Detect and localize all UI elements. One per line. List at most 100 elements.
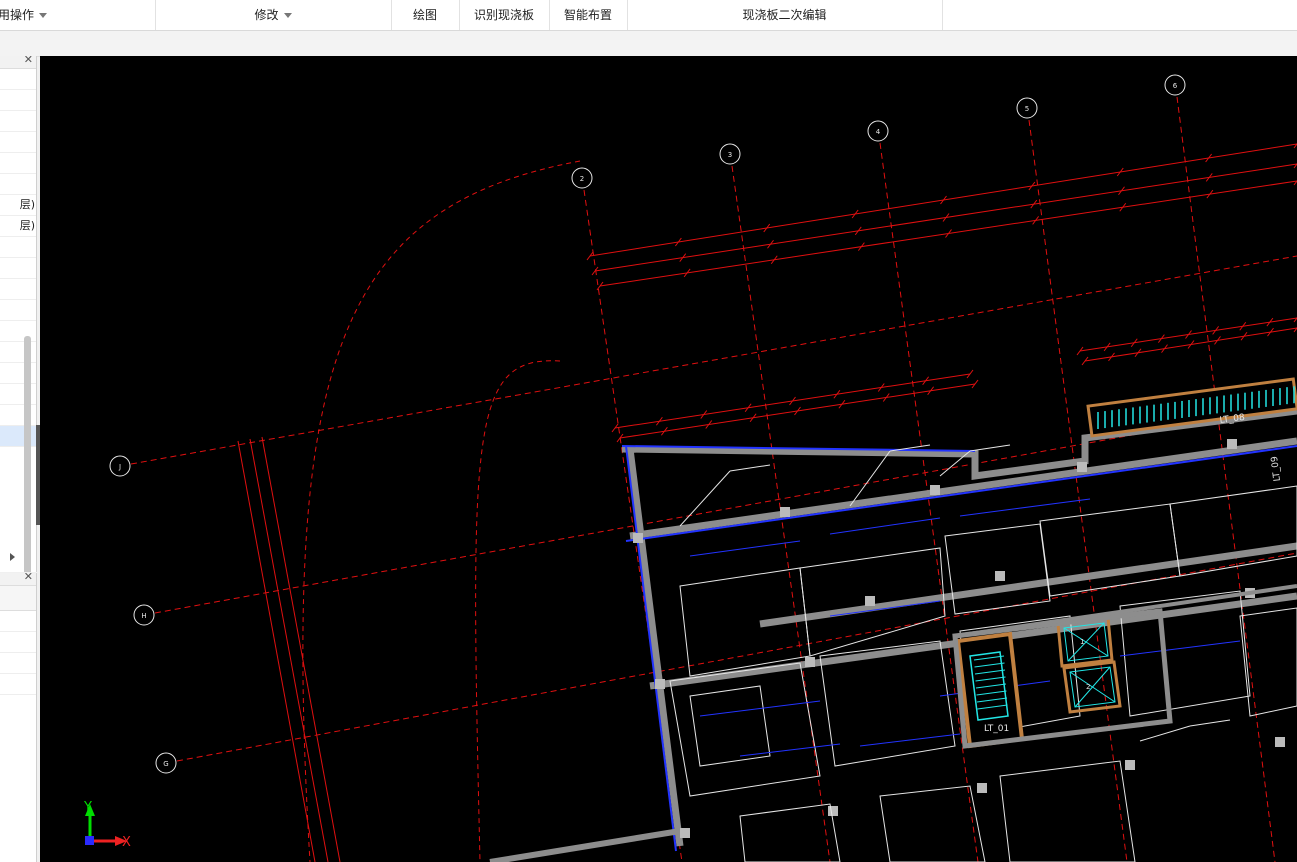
ribbon-group-label: 智能布置 bbox=[563, 8, 612, 22]
list-item-label: 层) bbox=[19, 198, 35, 211]
cad-drawing-canvas[interactable]: 2 3 4 5 6 J H G LT_08 LT_09 LT_01 1 2 Y X bbox=[40, 56, 1297, 862]
list-item[interactable]: 层) bbox=[0, 195, 36, 216]
list-item[interactable] bbox=[0, 300, 36, 321]
list-item[interactable] bbox=[0, 111, 36, 132]
ribbon-group-draw[interactable]: 绘图 bbox=[391, 0, 460, 30]
structural-column bbox=[1275, 737, 1285, 747]
elevator-label: 1 bbox=[1080, 638, 1084, 646]
room-outline bbox=[944, 523, 1051, 615]
grid-bubble-label: 5 bbox=[1025, 105, 1029, 113]
annotation-leader bbox=[1189, 719, 1231, 727]
chevron-right-icon[interactable] bbox=[10, 553, 15, 561]
panel-subheader bbox=[0, 586, 36, 611]
ucs-y-label: Y bbox=[83, 800, 92, 815]
ucs-x-label: X bbox=[122, 835, 131, 850]
grid-bubble-label: H bbox=[141, 612, 146, 620]
list-item[interactable] bbox=[0, 132, 36, 153]
building-wall bbox=[954, 584, 1297, 638]
grid-bubble-label: 2 bbox=[580, 175, 584, 183]
structural-column bbox=[633, 533, 643, 543]
list-item[interactable] bbox=[0, 611, 36, 632]
grid-bubble-label: G bbox=[163, 760, 168, 768]
panel-header: ✕ bbox=[0, 56, 36, 69]
structural-column bbox=[655, 679, 665, 689]
room-label: LT_01 bbox=[984, 724, 1009, 734]
dimension-line bbox=[237, 440, 316, 862]
ribbon-group-smart-layout[interactable]: 智能布置 bbox=[549, 0, 628, 30]
list-item[interactable] bbox=[0, 653, 36, 674]
grid-axis-line bbox=[1176, 96, 1276, 862]
list-item[interactable] bbox=[0, 258, 36, 279]
room-inner-line bbox=[1119, 640, 1241, 657]
structural-column bbox=[680, 828, 690, 838]
grid-bubble-label: 3 bbox=[728, 151, 732, 159]
site-boundary-arc bbox=[475, 360, 561, 862]
room-inner-line bbox=[699, 700, 821, 717]
grid-bubble-label: 4 bbox=[876, 128, 881, 136]
ribbon-group-label: 现浇板二次编辑 bbox=[742, 8, 827, 22]
annotation-leader bbox=[679, 470, 731, 527]
structural-column bbox=[977, 783, 987, 793]
room-outline bbox=[739, 803, 841, 862]
list-item[interactable] bbox=[0, 90, 36, 111]
room-label: LT_08 bbox=[1219, 413, 1246, 426]
room-inner-line bbox=[829, 517, 941, 535]
list-item-label: 层) bbox=[19, 219, 35, 232]
ribbon-group-identify-slab[interactable]: 识别现浇板 bbox=[459, 0, 550, 30]
ucs-origin bbox=[85, 836, 94, 845]
structural-column bbox=[865, 596, 875, 606]
cad-drawing: 2 3 4 5 6 J H G LT_08 LT_09 LT_01 1 2 Y X bbox=[83, 74, 1297, 862]
list-item[interactable] bbox=[0, 174, 36, 195]
room-inner-line bbox=[739, 743, 841, 757]
ribbon-group-label: 绘图 bbox=[412, 8, 437, 22]
grid-bubble-label: J bbox=[118, 463, 121, 471]
scrollbar[interactable] bbox=[24, 336, 31, 572]
building-wall bbox=[621, 407, 1297, 847]
structural-column bbox=[805, 657, 815, 667]
room-inner-line bbox=[959, 498, 1091, 517]
structural-column bbox=[1077, 462, 1087, 472]
elevator-label: 2 bbox=[1086, 683, 1090, 691]
ribbon-group-common-ops[interactable]: 用操作 bbox=[0, 0, 156, 30]
room-outline bbox=[999, 760, 1136, 862]
close-icon[interactable]: ✕ bbox=[24, 573, 33, 583]
ribbon-group-label: 识别现浇板 bbox=[473, 8, 534, 22]
room-inner-line bbox=[689, 540, 801, 557]
chevron-down-icon bbox=[283, 13, 292, 18]
structural-column bbox=[995, 571, 1005, 581]
dimension-line bbox=[249, 438, 329, 862]
ribbon-group-modify[interactable]: 修改 bbox=[155, 0, 392, 30]
structural-column bbox=[930, 485, 940, 495]
ribbon-group-label: 用操作 bbox=[0, 8, 35, 22]
dimension-line bbox=[261, 436, 341, 862]
ribbon-toolbar: 用操作 修改 绘图 识别现浇板 智能布置 现浇板二次编辑 bbox=[0, 0, 1297, 31]
elevator-x bbox=[1074, 666, 1111, 708]
building-wall bbox=[489, 828, 681, 862]
ribbon-group-slab-edit[interactable]: 现浇板二次编辑 bbox=[627, 0, 943, 30]
grid-axis-line bbox=[1028, 119, 1128, 862]
grid-bubble-label: 6 bbox=[1173, 82, 1178, 90]
close-icon[interactable]: ✕ bbox=[24, 56, 33, 66]
list-item[interactable] bbox=[0, 237, 36, 258]
secondary-toolbar bbox=[0, 31, 1297, 57]
annotation-leader bbox=[969, 444, 1011, 452]
list-item[interactable] bbox=[0, 674, 36, 695]
left-panel-upper: ✕ 层) 层) bbox=[0, 56, 37, 572]
list-item[interactable] bbox=[0, 153, 36, 174]
left-panel-lower: ✕ bbox=[0, 573, 37, 862]
room-label: LT_09 bbox=[1270, 455, 1283, 482]
chevron-down-icon bbox=[39, 13, 48, 18]
structural-column bbox=[780, 507, 790, 517]
room-outline bbox=[1239, 607, 1297, 717]
list-item[interactable] bbox=[0, 69, 36, 90]
site-boundary-arc bbox=[302, 160, 581, 862]
structural-column bbox=[1125, 760, 1135, 770]
annotation-leader bbox=[729, 464, 771, 472]
list-item[interactable] bbox=[0, 632, 36, 653]
ribbon-group-label: 修改 bbox=[254, 8, 279, 22]
structural-column bbox=[828, 806, 838, 816]
structural-column bbox=[1227, 439, 1237, 449]
list-item[interactable]: 层) bbox=[0, 216, 36, 237]
list-item[interactable] bbox=[0, 279, 36, 300]
annotation-leader bbox=[1139, 725, 1191, 742]
